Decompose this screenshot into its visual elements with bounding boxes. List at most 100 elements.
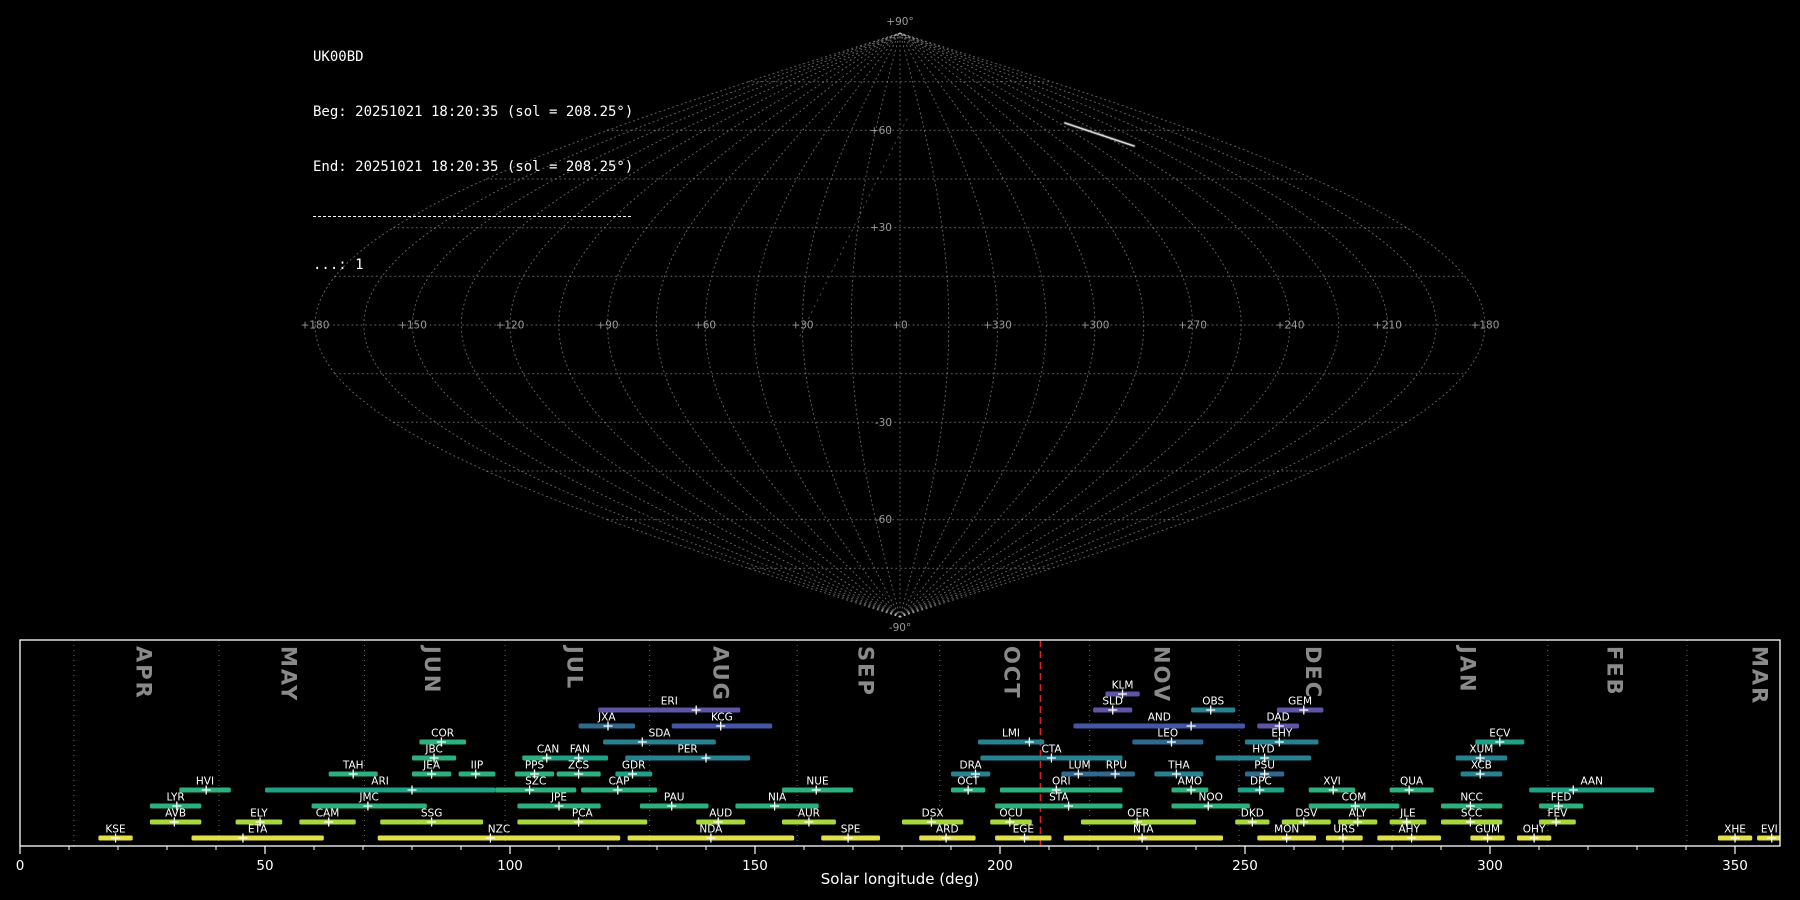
map-lon-label: +0 <box>892 320 907 332</box>
shower-label: CTA <box>1041 744 1062 756</box>
shower-label: NIA <box>768 792 787 804</box>
shower-bar <box>377 835 621 841</box>
map-lon-label: +120 <box>496 320 525 332</box>
station-id: UK00BD <box>313 49 364 66</box>
shower-label: NTA <box>1133 824 1154 836</box>
peak-marker <box>407 785 417 795</box>
shower-dpc: DPC <box>1237 776 1285 795</box>
shower-label: HVI <box>196 776 214 788</box>
shower-iip: IIP <box>458 760 496 779</box>
shower-label: NOO <box>1199 792 1223 804</box>
shower-ohy: OHY <box>1517 824 1552 843</box>
peak-marker <box>637 737 647 747</box>
month-label-aug: AUG <box>708 646 732 702</box>
shower-label: DAD <box>1267 712 1290 724</box>
shower-ege: EGE <box>995 824 1052 843</box>
map-lon-label: +300 <box>1081 320 1110 332</box>
shower-jea: JEA <box>412 760 452 779</box>
shower-cam: CAM <box>299 808 356 827</box>
shower-label: SCC <box>1461 808 1482 820</box>
map-lon-label: +150 <box>398 320 427 332</box>
shower-dkd: DKD <box>1235 808 1270 827</box>
shower-label: HYD <box>1252 744 1274 756</box>
x-tick-label: 200 <box>987 858 1013 874</box>
shower-label: JPE <box>550 792 567 804</box>
shower-label: ZCS <box>568 760 590 772</box>
shower-label: XCB <box>1471 760 1492 772</box>
shower-bar <box>265 787 496 793</box>
shower-nda: NDA <box>627 824 795 843</box>
shower-label: PCA <box>572 808 594 820</box>
shower-label: COR <box>431 728 454 740</box>
shower-ahy: AHY <box>1377 824 1441 843</box>
peak-marker <box>691 705 701 715</box>
shower-label: XUM <box>1469 744 1493 756</box>
shower-label: SSG <box>421 808 442 820</box>
shower-label: XHE <box>1724 824 1746 836</box>
shower-eta: ETA <box>191 824 324 843</box>
shower-label: THA <box>1167 760 1190 772</box>
shower-label: NZC <box>488 824 510 836</box>
month-label-sep: SEP <box>853 646 877 697</box>
shower-label: NCC <box>1460 792 1483 804</box>
shower-label: FED <box>1551 792 1572 804</box>
shower-label: CAM <box>316 808 340 820</box>
shower-label: XVI <box>1323 776 1340 788</box>
shower-jxa: JXA <box>578 712 635 731</box>
shower-hvi: HVI <box>179 776 231 795</box>
shower-bar <box>978 739 1045 745</box>
map-lat-label: -90° <box>889 622 911 634</box>
x-tick-label: 50 <box>256 858 273 874</box>
map-lon-label: +60 <box>694 320 716 332</box>
shower-label: LMI <box>1002 728 1020 740</box>
shower-label: OHY <box>1523 824 1546 836</box>
shower-label: GEM <box>1288 696 1312 708</box>
peak-marker <box>1186 721 1196 731</box>
shower-aur: AUR <box>782 808 836 827</box>
month-label-jul: JUL <box>562 644 586 690</box>
shower-label: ERI <box>661 696 678 708</box>
map-lat-label: -30 <box>875 417 892 429</box>
peak-marker <box>1024 737 1034 747</box>
shower-pca: PCA <box>517 808 648 827</box>
shower-label: LYR <box>167 792 185 804</box>
shower-label: NUE <box>806 776 828 788</box>
shower-label: COM <box>1342 792 1367 804</box>
shower-kcg: KCG <box>671 712 773 731</box>
shower-mon: MON <box>1257 824 1317 843</box>
shower-xcb: XCB <box>1460 760 1503 779</box>
meteor-trail <box>1064 122 1135 147</box>
map-lon-label: +270 <box>1178 320 1207 332</box>
shower-label: JLE <box>1399 808 1416 820</box>
shower-label: EGE <box>1013 824 1034 836</box>
shower-kse: KSE <box>98 824 133 843</box>
shower-label: DKD <box>1241 808 1264 820</box>
shower-label: DRA <box>960 760 983 772</box>
separator-dashed-line <box>313 216 631 218</box>
shower-noo: NOO <box>1171 792 1250 811</box>
x-tick-label: 350 <box>1722 858 1748 874</box>
shower-label: AUD <box>709 808 732 820</box>
shower-label: GDR <box>622 760 646 772</box>
shower-label: ELY <box>250 808 268 820</box>
shower-label: FAN <box>570 744 590 756</box>
shower-label: AND <box>1148 712 1171 724</box>
x-tick-label: 0 <box>16 858 25 874</box>
shower-ard: ARD <box>919 824 976 843</box>
map-lon-label: +30 <box>791 320 813 332</box>
shower-ssg: SSG <box>380 808 484 827</box>
begin-time-line: Beg: 20251021 18:20:35 (sol = 208.25°) <box>313 103 634 120</box>
shower-label: STA <box>1049 792 1069 804</box>
shower-sda: SDA <box>603 728 716 747</box>
plot-canvas: +180 +150 +120 +90 +60 +30 +0 +330 +300 +270 +240 +… <box>16 16 1781 888</box>
shower-label: GUM <box>1475 824 1500 836</box>
shower-leo: LEO <box>1132 728 1204 747</box>
shower-label: SZC <box>525 776 546 788</box>
end-time-line: End: 20251021 18:20:35 (sol = 208.25°) <box>313 158 634 175</box>
map-lon-label: +90 <box>596 320 618 332</box>
month-label-apr: APR <box>131 646 155 700</box>
shower-oct: OCT <box>951 776 986 795</box>
x-axis-title: Solar longitude (deg) <box>821 870 979 888</box>
map-lat-label: +30 <box>870 222 892 234</box>
peak-marker <box>238 833 248 843</box>
